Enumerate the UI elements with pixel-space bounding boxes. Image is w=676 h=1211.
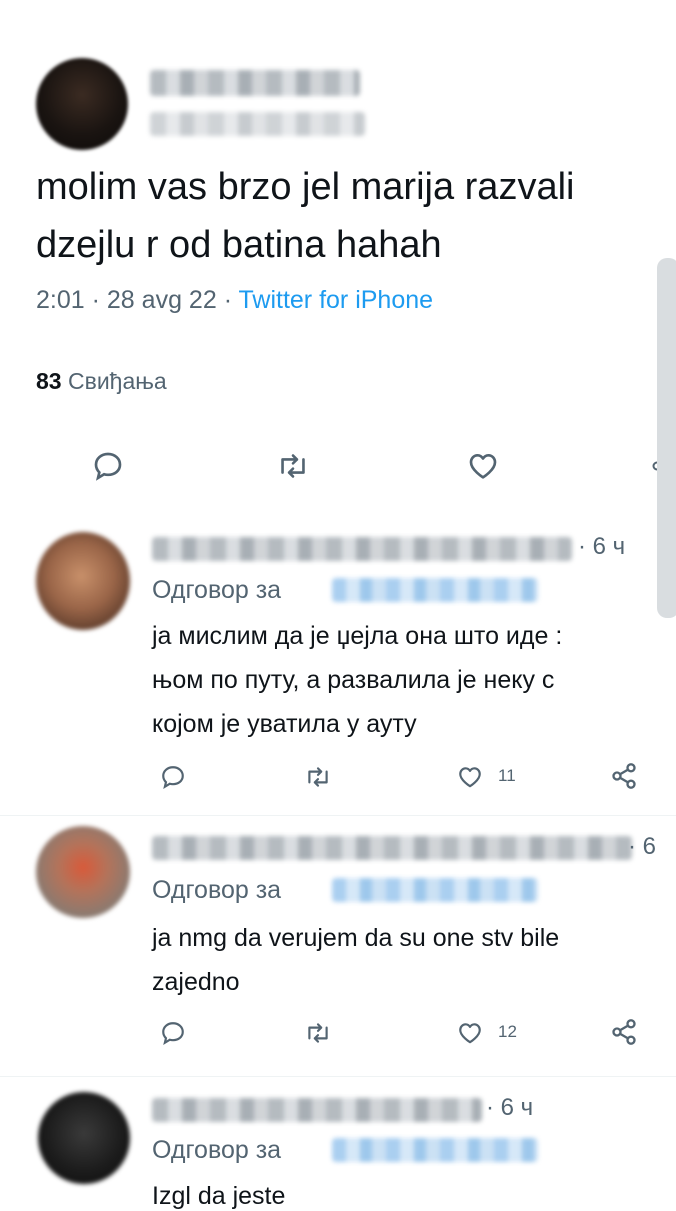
tweet-text-line-2: dzejlu r od batina hahah — [36, 224, 442, 266]
author-display-name[interactable] — [150, 70, 360, 96]
likes-summary[interactable]: 83 Свиђања — [36, 368, 167, 395]
reply-avatar[interactable] — [36, 532, 130, 630]
like-icon[interactable] — [456, 764, 484, 790]
reply-age[interactable]: · 6 ч — [486, 1094, 533, 1122]
share-icon[interactable] — [610, 762, 638, 790]
tweet-meta: 2:01 · 28 avg 22 · Twitter for iPhone — [36, 286, 433, 315]
author-handle[interactable] — [150, 112, 365, 136]
reply-to-label: Одговор за — [152, 876, 282, 904]
reply-author-name[interactable] — [152, 1098, 482, 1122]
reply-icon[interactable] — [160, 1020, 186, 1046]
tweet-time[interactable]: 2:01 — [36, 286, 85, 314]
reply-text-line-3: којом је уватила у ауту — [152, 710, 417, 738]
likes-label: Свиђања — [67, 368, 167, 394]
share-icon[interactable] — [610, 1018, 638, 1046]
reply-icon[interactable] — [160, 764, 186, 790]
reply-icon[interactable] — [92, 450, 124, 482]
reply-text-line-2: zajedno — [152, 968, 240, 996]
author-avatar[interactable] — [36, 58, 128, 150]
tweet-source[interactable]: Twitter for iPhone — [239, 286, 434, 314]
reply-text-line-2: њом по путу, а развалила је неку с — [152, 666, 555, 694]
like-count: 12 — [498, 1022, 517, 1041]
reply-text-line-1: Izgl da jeste — [152, 1182, 286, 1210]
reply-to-mention[interactable] — [332, 1138, 538, 1162]
reply-age[interactable]: · 6 ч — [578, 533, 625, 561]
reply-to-mention[interactable] — [332, 878, 538, 902]
tweet-text-line-1: molim vas brzo jel marija razvali — [36, 166, 575, 208]
reply-author-name[interactable] — [152, 836, 632, 860]
likes-count: 83 — [36, 368, 62, 394]
reply-author-name[interactable] — [152, 537, 572, 561]
like-icon[interactable] — [466, 450, 500, 482]
tweet-date[interactable]: 28 avg 22 — [107, 286, 217, 314]
reply-to-mention[interactable] — [332, 578, 538, 602]
reply-avatar[interactable] — [36, 826, 130, 918]
divider — [0, 815, 676, 816]
scrollbar[interactable] — [657, 258, 676, 618]
reply-to-label: Одговор за — [152, 1136, 282, 1164]
like-count: 11 — [498, 766, 516, 785]
reply-age[interactable]: · 6 — [628, 833, 656, 861]
retweet-icon[interactable] — [304, 1020, 332, 1046]
reply-text-line-1: ја мислим да је џејла она што иде : — [152, 622, 563, 650]
reply-to-label: Одговор за — [152, 576, 282, 604]
meta-separator: · — [91, 286, 100, 314]
meta-separator: · — [223, 286, 233, 314]
like-icon[interactable] — [456, 1020, 484, 1046]
divider — [0, 1076, 676, 1077]
retweet-icon[interactable] — [304, 764, 332, 790]
reply-avatar[interactable] — [38, 1092, 130, 1184]
reply-text-line-1: ja nmg da verujem da su one stv bile — [152, 924, 560, 952]
retweet-icon[interactable] — [276, 450, 310, 482]
